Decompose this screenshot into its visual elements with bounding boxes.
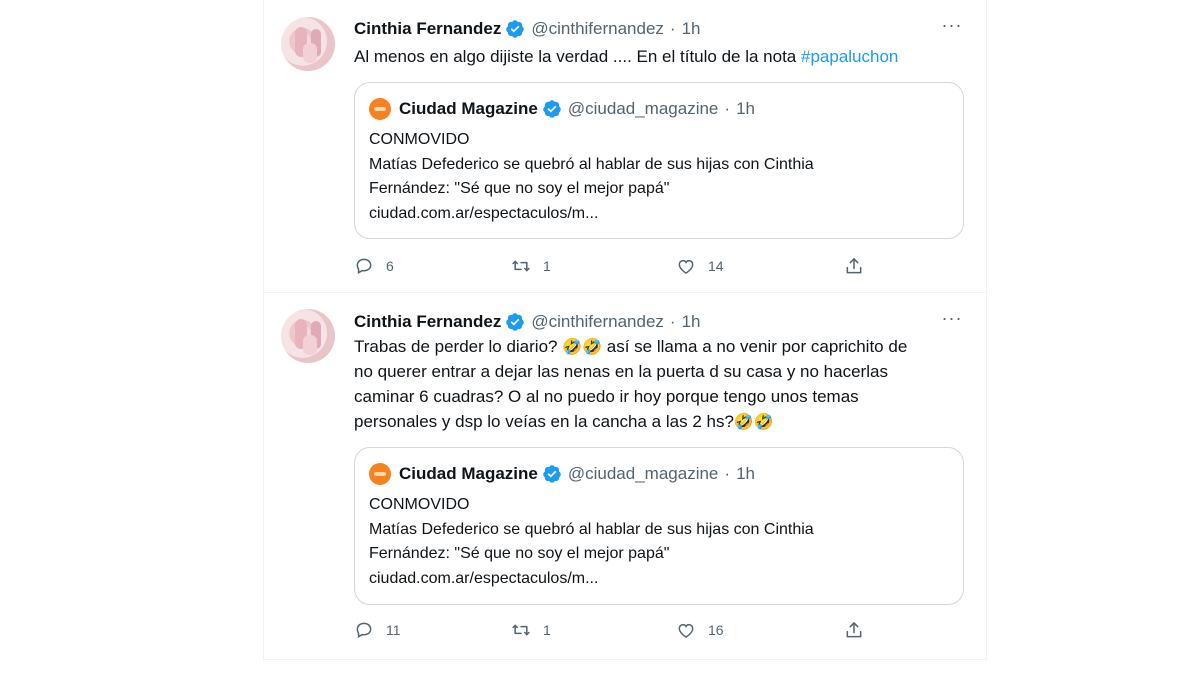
reply-count: 11	[386, 622, 401, 638]
timestamp[interactable]: 1h	[682, 312, 701, 332]
tweet-text: Al menos en algo dijiste la verdad .... …	[354, 44, 954, 69]
tweet-line: personales y dsp lo veías en la cancha a…	[354, 412, 734, 431]
quoted-tweet-text: CONMOVIDO Matías Defederico se quebró al…	[369, 493, 949, 591]
author-handle[interactable]: @cinthifernandez	[531, 19, 664, 39]
quoted-line: CONMOVIDO	[369, 496, 470, 513]
quoted-timestamp: 1h	[736, 99, 755, 118]
like-button[interactable]: 14	[676, 256, 724, 276]
verified-badge-icon	[506, 20, 525, 38]
quoted-line: Fernández: "Sé que no soy el mejor papá"	[369, 545, 670, 562]
like-count: 16	[708, 622, 724, 638]
quoted-tweet-header: Ciudad Magazine @ciudad_magazine · 1h	[369, 97, 755, 121]
quoted-line: Fernández: "Sé que no soy el mejor papá"	[369, 180, 670, 197]
more-icon[interactable]: ···	[940, 16, 964, 38]
author-name[interactable]: Cinthia Fernandez	[354, 312, 501, 332]
hashtag-link[interactable]: #papaluchon	[801, 47, 898, 66]
quoted-link: ciudad.com.ar/espectaculos/m...	[369, 204, 599, 222]
tweet-text: Trabas de perder lo diario? 🤣🤣 así se ll…	[354, 334, 954, 434]
quoted-tweet-text: CONMOVIDO Matías Defederico se quebró al…	[369, 128, 949, 226]
tweet-line: caminar 6 cuadras? O al no puedo ir hoy …	[354, 387, 859, 406]
quoted-link: ciudad.com.ar/espectaculos/m...	[369, 569, 599, 587]
ciudad-magazine-logo	[369, 98, 391, 120]
retweet-button[interactable]: 1	[511, 256, 551, 276]
tweet-line: no querer entrar a dejar las nenas en la…	[354, 362, 888, 381]
timestamp[interactable]: 1h	[682, 19, 701, 39]
like-icon	[678, 623, 694, 638]
like-button[interactable]: 16	[676, 620, 724, 640]
tweet[interactable]: Cinthia Fernandez @cinthifernandez · 1h …	[264, 293, 986, 659]
timeline-feed: Cinthia Fernandez @cinthifernandez · 1h …	[263, 0, 987, 660]
tweet[interactable]: Cinthia Fernandez @cinthifernandez · 1h …	[264, 0, 986, 293]
share-icon	[846, 258, 862, 274]
quoted-line: Matías Defederico se quebró al hablar de…	[369, 520, 814, 538]
separator-dot: ·	[669, 312, 676, 331]
share-icon	[846, 622, 862, 638]
retweet-icon	[512, 624, 530, 636]
quoted-author-name: Ciudad Magazine	[399, 464, 538, 483]
reply-button[interactable]: 6	[354, 256, 394, 276]
quoted-author-handle: @ciudad_magazine	[567, 99, 719, 118]
quoted-line: CONMOVIDO	[369, 131, 470, 148]
verified-badge-icon	[506, 313, 525, 331]
separator-dot: ·	[669, 19, 676, 38]
verified-badge-icon	[543, 465, 561, 483]
laughing-emoji: 🤣🤣	[562, 337, 603, 356]
retweet-button[interactable]: 1	[511, 620, 551, 640]
reply-icon	[356, 258, 372, 274]
quoted-author-name: Ciudad Magazine	[399, 99, 538, 118]
tweet-header: Cinthia Fernandez @cinthifernandez · 1h	[354, 310, 701, 334]
reply-count: 6	[386, 258, 394, 274]
quoted-tweet[interactable]: Ciudad Magazine @ciudad_magazine · 1h CO…	[354, 82, 964, 239]
author-name[interactable]: Cinthia Fernandez	[354, 19, 501, 39]
quoted-author-handle: @ciudad_magazine	[567, 464, 719, 483]
verified-badge-icon	[543, 100, 561, 118]
tweet-line: Trabas de perder lo diario?	[354, 337, 563, 356]
laughing-emoji: 🤣🤣	[733, 412, 774, 431]
action-bar: 11 1 16	[354, 620, 874, 642]
avatar[interactable]	[281, 309, 335, 363]
retweet-count: 1	[543, 622, 551, 638]
action-bar: 6 1 14	[354, 256, 874, 278]
more-icon[interactable]: ···	[940, 309, 964, 331]
author-handle[interactable]: @cinthifernandez	[531, 312, 664, 332]
share-button[interactable]	[844, 620, 864, 640]
reply-icon	[356, 622, 372, 638]
tweet-line: así se llama a no venir por caprichito d…	[602, 337, 908, 356]
like-icon	[678, 259, 694, 274]
quoted-line: Matías Defederico se quebró al hablar de…	[369, 155, 814, 173]
retweet-count: 1	[543, 258, 551, 274]
share-button[interactable]	[844, 256, 864, 276]
tweet-text-body: Al menos en algo dijiste la verdad .... …	[354, 47, 801, 66]
avatar[interactable]	[281, 17, 335, 71]
quoted-timestamp: 1h	[736, 464, 755, 483]
reply-button[interactable]: 11	[354, 620, 401, 640]
retweet-icon	[512, 260, 530, 272]
quoted-tweet-header: Ciudad Magazine @ciudad_magazine · 1h	[369, 462, 755, 486]
tweet-header: Cinthia Fernandez @cinthifernandez · 1h	[354, 17, 701, 41]
separator-dot: ·	[724, 99, 731, 118]
separator-dot: ·	[724, 464, 731, 483]
like-count: 14	[708, 258, 724, 274]
ciudad-magazine-logo	[369, 463, 391, 485]
quoted-tweet[interactable]: Ciudad Magazine @ciudad_magazine · 1h CO…	[354, 447, 964, 605]
